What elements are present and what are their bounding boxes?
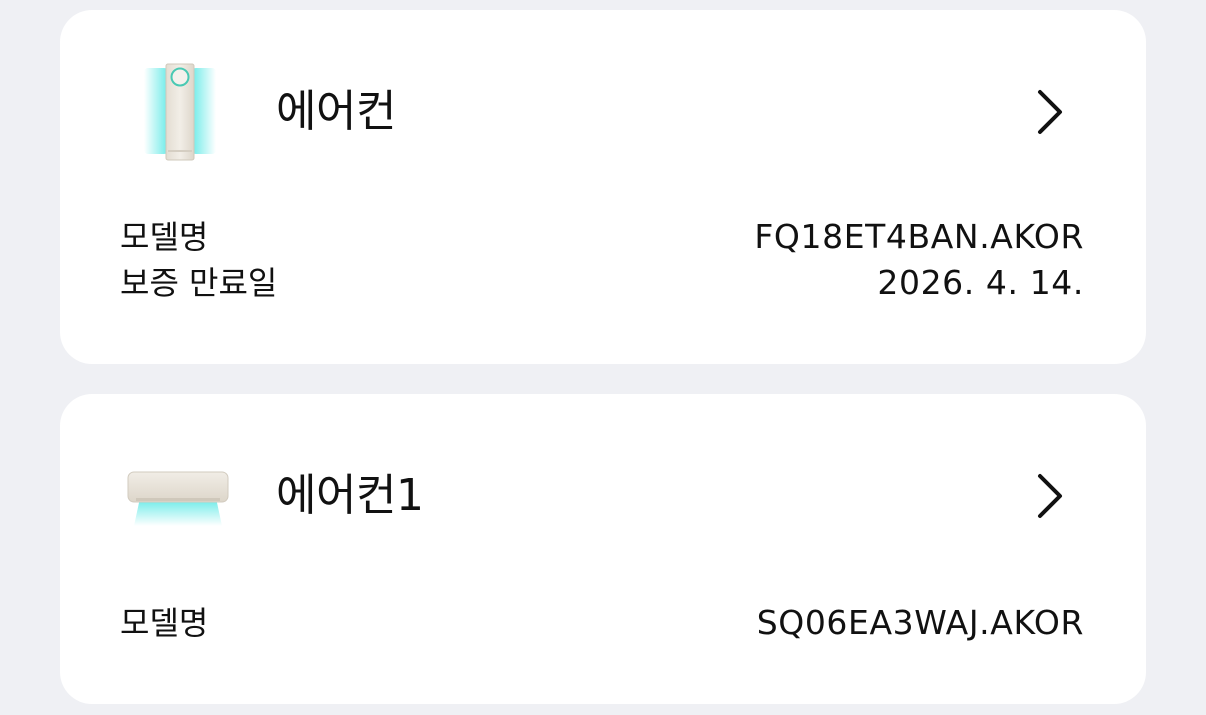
- device-name: 에어컨: [276, 86, 396, 137]
- warranty-expiry-value: 2026. 4. 14.: [877, 263, 1084, 302]
- model-name-row: 모델명 SQ06EA3WAJ.AKOR: [120, 600, 1084, 646]
- chevron-right-icon[interactable]: [1030, 86, 1070, 138]
- model-name-label: 모델명: [120, 604, 209, 642]
- model-name-label: 모델명: [120, 218, 209, 256]
- standing-air-conditioner-icon: [142, 62, 218, 164]
- device-name: 에어컨1: [276, 470, 424, 521]
- model-name-value: SQ06EA3WAJ.AKOR: [756, 603, 1084, 642]
- warranty-expiry-label: 보증 만료일: [120, 264, 278, 302]
- device-card-aircon1[interactable]: 에어컨1 모델명 SQ06EA3WAJ.AKOR: [60, 394, 1146, 704]
- warranty-expiry-row: 보증 만료일 2026. 4. 14.: [120, 260, 1084, 306]
- wall-air-conditioner-icon: [126, 468, 230, 530]
- model-name-row: 모델명 FQ18ET4BAN.AKOR: [120, 214, 1084, 260]
- chevron-right-icon[interactable]: [1030, 470, 1070, 522]
- model-name-value: FQ18ET4BAN.AKOR: [754, 217, 1084, 256]
- device-card-aircon[interactable]: 에어컨 모델명 FQ18ET4BAN.AKOR 보증 만료일 2026. 4. …: [60, 10, 1146, 364]
